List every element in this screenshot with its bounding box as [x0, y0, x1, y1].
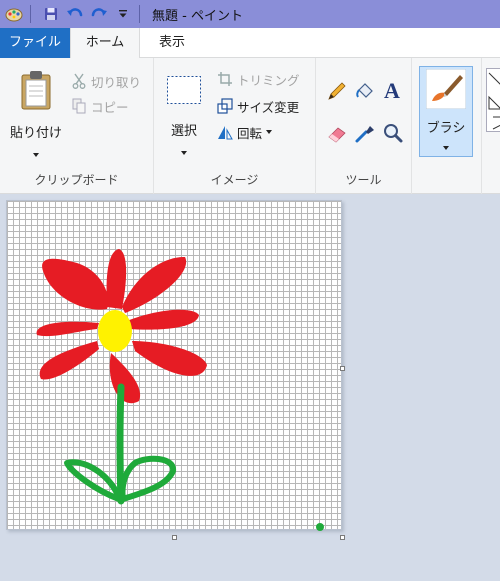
shapes-group [482, 58, 500, 194]
resize-handle-corner[interactable] [340, 535, 345, 540]
crop-button[interactable]: トリミング [216, 68, 300, 90]
tab-view[interactable]: 表示 [146, 28, 198, 58]
resize-icon [216, 97, 234, 115]
ribbon: 貼り付け 切り取り コピー クリップボード 選択 トリミング サイズ変更 回転 … [0, 58, 500, 194]
select-button[interactable]: 選択 [162, 72, 206, 155]
select-dropdown-icon[interactable] [181, 151, 187, 155]
rotate-label: 回転 [237, 125, 263, 141]
copy-button[interactable]: コピー [70, 95, 129, 117]
clipboard-icon [8, 68, 64, 112]
clipboard-group-label: クリップボード [34, 173, 119, 187]
workspace [0, 194, 500, 581]
crop-label: トリミング [237, 72, 300, 88]
resize-button[interactable]: サイズ変更 [216, 95, 299, 117]
paste-button[interactable]: 貼り付け [8, 68, 64, 157]
clipboard-group: 貼り付け 切り取り コピー クリップボード [0, 58, 154, 194]
tools-group: A ツール [316, 58, 412, 194]
customize-dropdown-icon[interactable] [113, 4, 133, 24]
paint-app-icon[interactable] [4, 4, 24, 24]
svg-text:A: A [384, 78, 400, 102]
paste-label: 貼り付け [9, 126, 62, 141]
drawing-canvas[interactable] [6, 200, 342, 531]
brushes-dropdown-icon[interactable] [443, 146, 449, 150]
rotate-icon [216, 123, 234, 141]
resize-handle-right[interactable] [340, 366, 345, 371]
cut-label: 切り取り [91, 74, 142, 90]
toolbar-separator [30, 5, 31, 23]
fill-bucket-icon[interactable] [354, 80, 376, 105]
rotate-dropdown-icon[interactable] [266, 130, 273, 134]
resize-handle-bottom[interactable] [172, 535, 177, 540]
window-title: 無題 - ペイント [152, 8, 243, 24]
tab-file[interactable]: ファイル [0, 28, 70, 58]
brushes-button[interactable]: ブラシ [419, 66, 473, 157]
scissors-icon [70, 72, 88, 90]
crop-icon [216, 70, 234, 88]
brushes-label: ブラシ [426, 121, 466, 136]
quick-access-toolbar [0, 0, 146, 28]
rotate-button[interactable]: 回転 [216, 121, 273, 143]
shapes-gallery[interactable] [486, 68, 500, 132]
flower-drawing [36, 249, 324, 531]
tools-group-label: ツール [345, 173, 382, 187]
magnifier-icon[interactable] [382, 122, 404, 147]
paste-dropdown-icon[interactable] [33, 153, 39, 157]
select-label: 選択 [170, 124, 197, 139]
copy-icon [70, 97, 88, 115]
toolbar-separator [139, 5, 140, 23]
title-bar: 無題 - ペイント [0, 0, 500, 28]
image-group-label: イメージ [210, 173, 259, 187]
selection-rectangle-icon [162, 72, 206, 108]
image-group: 選択 トリミング サイズ変更 回転 イメージ [154, 58, 316, 194]
brush-icon [420, 67, 472, 111]
tab-home[interactable]: ホーム [70, 28, 140, 59]
ribbon-tabs: ファイル ホーム 表示 [0, 28, 500, 59]
undo-icon[interactable] [65, 4, 85, 24]
brushes-group: ブラシ [412, 58, 482, 194]
copy-label: コピー [91, 99, 129, 115]
text-icon[interactable]: A [382, 78, 404, 105]
redo-icon[interactable] [89, 4, 109, 24]
color-picker-icon[interactable] [354, 122, 376, 147]
resize-label: サイズ変更 [237, 99, 300, 115]
pencil-icon[interactable] [326, 80, 348, 105]
cut-button[interactable]: 切り取り [70, 70, 141, 92]
save-icon[interactable] [41, 4, 61, 24]
eraser-icon[interactable] [326, 122, 348, 147]
